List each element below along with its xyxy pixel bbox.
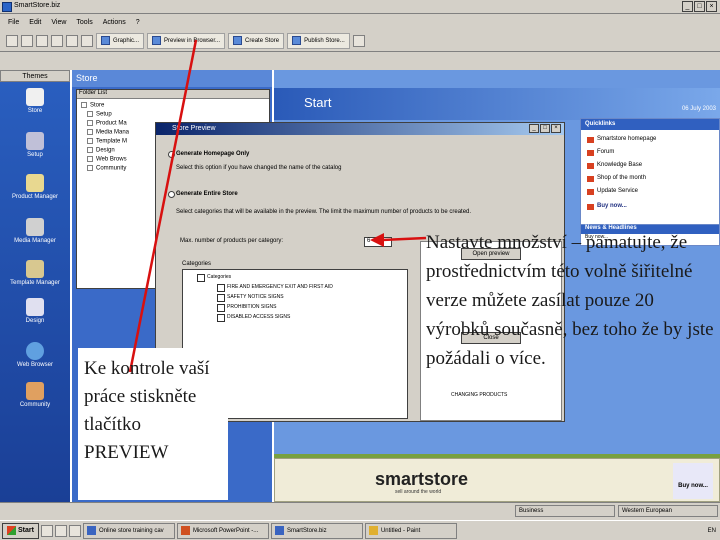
annotation-quantity-hint: Nastavte množství – pamatujte, že prostř… xyxy=(426,232,714,369)
arrow-to-preview xyxy=(128,39,198,373)
arrow-head-quantity xyxy=(370,233,384,247)
annotation-preview-hint: Ke kontrole vaší práce stiskněte tlačítk… xyxy=(84,358,210,463)
arrow-to-quantity xyxy=(381,236,427,242)
